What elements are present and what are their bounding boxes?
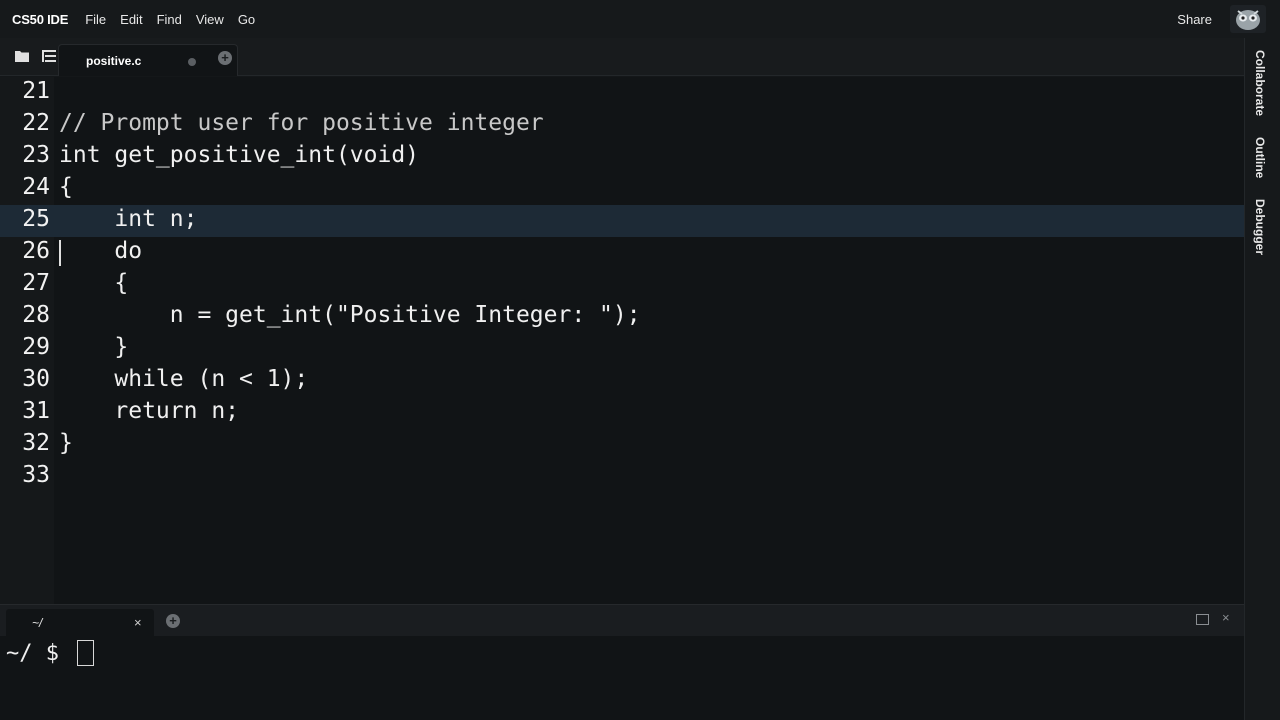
line-number: 26 <box>22 238 50 264</box>
tab-collaborate[interactable]: Collaborate <box>1253 50 1267 116</box>
line-number: 33 <box>22 462 50 488</box>
tab-positive-c[interactable]: positive.c <box>58 44 238 76</box>
code-editor[interactable]: 21 22 // Prompt user for positive intege… <box>0 77 1244 604</box>
close-panel-icon[interactable]: × <box>1222 610 1230 625</box>
code-line[interactable]: 32 } <box>0 429 1244 461</box>
add-terminal-button[interactable]: + <box>166 614 180 628</box>
code-text: } <box>59 430 73 456</box>
code-line[interactable]: 30 while (n < 1); <box>0 365 1244 397</box>
code-line[interactable]: 26 do <box>0 237 1244 269</box>
code-text: do <box>59 238 143 264</box>
code-line[interactable]: 29 } <box>0 333 1244 365</box>
menu-file[interactable]: File <box>85 12 106 27</box>
add-tab-button[interactable]: + <box>218 51 232 65</box>
folder-icon[interactable] <box>15 50 29 62</box>
line-number: 25 <box>22 206 50 232</box>
line-number: 21 <box>22 78 50 104</box>
line-number: 30 <box>22 366 50 392</box>
terminal-cursor <box>77 640 94 666</box>
close-icon[interactable]: × <box>134 615 142 630</box>
share-button[interactable]: Share <box>1177 12 1212 27</box>
tab-label: positive.c <box>86 54 142 68</box>
menu-find[interactable]: Find <box>157 12 182 27</box>
code-line[interactable]: 24 { <box>0 173 1244 205</box>
line-number: 28 <box>22 302 50 328</box>
menu-edit[interactable]: Edit <box>120 12 142 27</box>
line-number: 29 <box>22 334 50 360</box>
code-text: { <box>59 174 73 200</box>
code-line[interactable]: 21 <box>0 77 1244 109</box>
maximize-icon[interactable] <box>1196 614 1209 625</box>
code-line[interactable]: 33 <box>0 461 1244 493</box>
code-line[interactable]: 31 return n; <box>0 397 1244 429</box>
editor-tab-bar: positive.c + <box>0 38 1244 76</box>
line-number: 32 <box>22 430 50 456</box>
code-text: int n; <box>59 206 198 232</box>
terminal-tab[interactable]: ~/ × <box>6 609 154 637</box>
menu-go[interactable]: Go <box>238 12 255 27</box>
terminal-tab-bar: ~/ × + × <box>0 604 1244 637</box>
app-title: CS50 IDE <box>12 11 69 27</box>
terminal[interactable]: ~/ $ <box>0 636 1244 720</box>
code-line[interactable]: 22 // Prompt user for positive integer <box>0 109 1244 141</box>
unsaved-dot-icon[interactable] <box>188 58 196 66</box>
code-line[interactable]: 23 int get_positive_int(void) <box>0 141 1244 173</box>
code-text: } <box>59 334 129 360</box>
line-number: 27 <box>22 270 50 296</box>
tree-icon[interactable] <box>42 50 56 62</box>
code-line-active[interactable]: 25 int n; <box>0 205 1244 237</box>
avatar[interactable] <box>1230 5 1266 33</box>
code-line[interactable]: 27 { <box>0 269 1244 301</box>
code-text: int get_positive_int(void) <box>59 142 420 168</box>
menu-view[interactable]: View <box>196 12 224 27</box>
terminal-prompt: ~/ $ <box>6 641 59 666</box>
terminal-tab-label: ~/ <box>32 616 43 630</box>
tab-debugger[interactable]: Debugger <box>1253 199 1267 255</box>
code-text: return n; <box>59 398 240 424</box>
code-comment: // Prompt user for positive integer <box>59 110 544 136</box>
line-number: 24 <box>22 174 50 200</box>
line-number: 22 <box>22 110 50 136</box>
line-number: 31 <box>22 398 50 424</box>
code-text: n = get_int("Positive Integer: "); <box>59 302 641 328</box>
menu-bar: CS50 IDE File Edit Find View Go Share <box>0 0 1280 38</box>
code-text: while (n < 1); <box>59 366 309 392</box>
line-number: 23 <box>22 142 50 168</box>
code-line[interactable]: 28 n = get_int("Positive Integer: "); <box>0 301 1244 333</box>
side-panel: Collaborate Outline Debugger <box>1244 38 1280 720</box>
tab-outline[interactable]: Outline <box>1253 137 1267 178</box>
code-text: { <box>59 270 129 296</box>
